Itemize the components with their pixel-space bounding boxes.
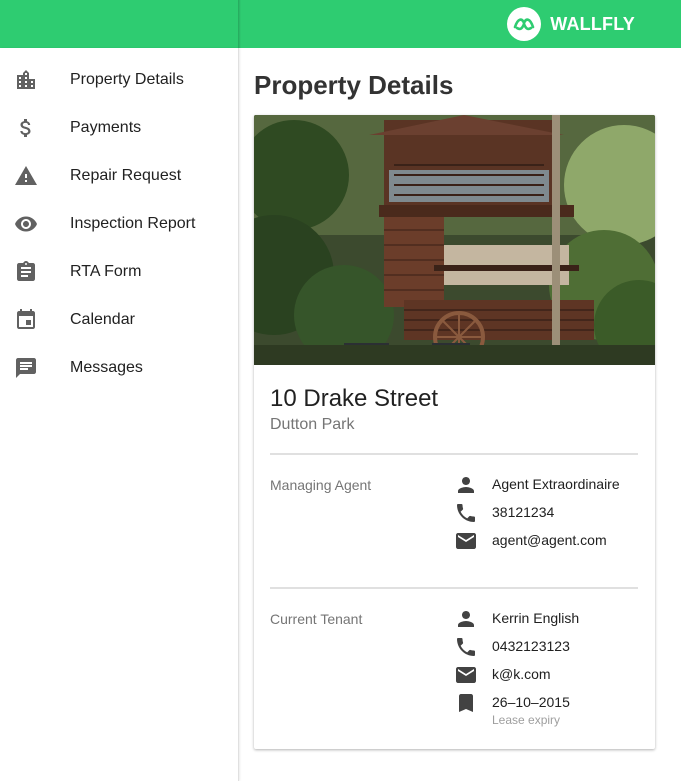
divider	[270, 453, 638, 455]
message-icon	[14, 356, 38, 380]
current-tenant-label: Current Tenant	[270, 611, 363, 627]
lease-expiry-label: Lease expiry	[492, 713, 561, 727]
sidebar: Property Details Payments Repair Request…	[0, 48, 239, 781]
sidebar-item-label: RTA Form	[70, 263, 142, 280]
sidebar-item-label: Inspection Report	[70, 215, 196, 232]
agent-email[interactable]: agent@agent.com	[492, 532, 607, 548]
tenant-email[interactable]: k@k.com	[492, 666, 551, 682]
header-divider	[238, 0, 241, 48]
managing-agent-label: Managing Agent	[270, 477, 372, 493]
email-icon	[454, 663, 478, 687]
property-photo	[254, 115, 655, 365]
eye-icon	[14, 212, 38, 236]
bookmark-icon	[454, 691, 478, 715]
sidebar-item-messages[interactable]: Messages	[0, 344, 238, 392]
property-address: 10 Drake Street	[270, 385, 439, 412]
tenant-name: Kerrin English	[492, 610, 580, 626]
phone-icon	[454, 635, 478, 659]
agent-name: Agent Extraordinaire	[492, 476, 620, 492]
sidebar-item-label: Messages	[70, 359, 143, 376]
agent-phone[interactable]: 38121234	[492, 504, 554, 520]
building-icon	[14, 68, 38, 92]
sidebar-item-label: Property Details	[70, 71, 184, 88]
person-icon	[454, 473, 478, 497]
wallfly-logo-icon	[507, 7, 542, 41]
property-card: 10 Drake Street Dutton Park Managing Age…	[254, 115, 655, 749]
sidebar-item-calendar[interactable]: Calendar	[0, 296, 238, 344]
property-suburb: Dutton Park	[270, 416, 355, 433]
divider	[270, 587, 638, 589]
phone-icon	[454, 501, 478, 525]
lease-expiry-date: 26–10–2015	[492, 694, 570, 710]
brand[interactable]: WALLFLY	[507, 7, 635, 41]
sidebar-item-payments[interactable]: Payments	[0, 104, 238, 152]
sidebar-item-repair-request[interactable]: Repair Request	[0, 152, 238, 200]
clipboard-icon	[14, 260, 38, 284]
tenant-phone[interactable]: 0432123123	[492, 638, 570, 654]
sidebar-item-label: Repair Request	[70, 167, 182, 184]
sidebar-item-label: Calendar	[70, 311, 135, 328]
sidebar-item-inspection-report[interactable]: Inspection Report	[0, 200, 238, 248]
sidebar-item-label: Payments	[70, 119, 142, 136]
app-header: WALLFLY	[0, 0, 681, 48]
warning-icon	[14, 164, 38, 188]
email-icon	[454, 529, 478, 553]
sidebar-item-rta-form[interactable]: RTA Form	[0, 248, 238, 296]
calendar-icon	[14, 308, 38, 332]
person-icon	[454, 607, 478, 631]
sidebar-item-property-details[interactable]: Property Details	[0, 56, 238, 104]
brand-name: WALLFLY	[550, 13, 635, 34]
dollar-icon	[14, 116, 38, 140]
page-title: Property Details	[254, 70, 454, 100]
